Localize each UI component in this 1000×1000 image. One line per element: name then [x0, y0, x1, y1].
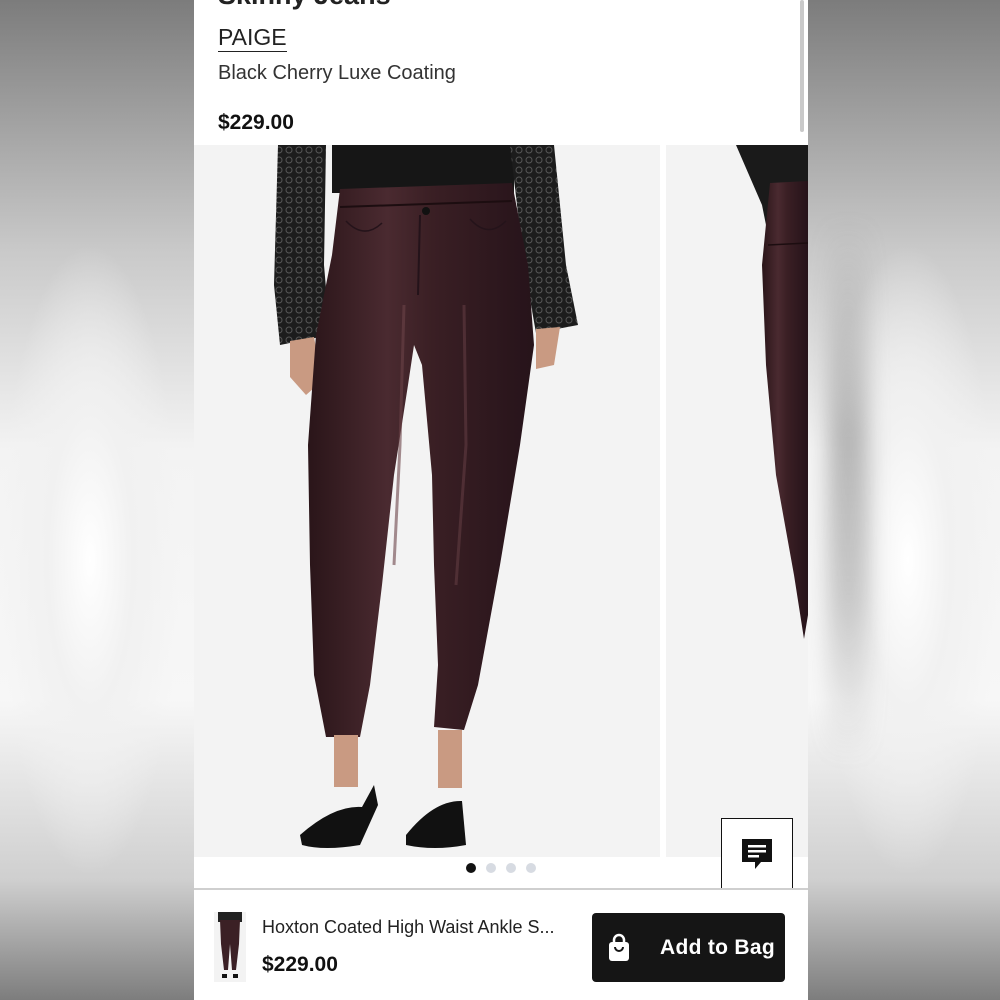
pagination-dot-2[interactable] — [486, 863, 496, 873]
product-photo — [274, 145, 578, 848]
gallery-pagination — [194, 860, 808, 876]
chat-button[interactable] — [721, 818, 793, 890]
product-page: Skinny Jeans PAIGE Black Cherry Luxe Coa… — [194, 0, 808, 1000]
pagination-dot-3[interactable] — [506, 863, 516, 873]
shopping-bag-icon — [609, 933, 629, 961]
product-title: Skinny Jeans — [218, 0, 391, 12]
backdrop-left — [0, 0, 194, 1000]
bar-product-name: Hoxton Coated High Waist Ankle S... — [262, 917, 555, 937]
add-to-bag-label: Add to Bag — [660, 935, 775, 959]
sticky-add-to-bag-bar: Hoxton Coated High Waist Ankle S... $229… — [194, 888, 808, 1000]
add-to-bag-button[interactable]: Add to Bag — [592, 913, 785, 982]
product-photo-next — [736, 145, 808, 639]
color-name: Black Cherry Luxe Coating — [218, 62, 456, 84]
pagination-dot-4[interactable] — [526, 863, 536, 873]
product-thumbnail — [214, 912, 246, 982]
bar-product-price: $229.00 — [262, 953, 338, 976]
backdrop-right — [808, 0, 1000, 1000]
product-image-next[interactable] — [666, 145, 808, 857]
image-gallery[interactable] — [194, 145, 808, 857]
brand-link[interactable]: PAIGE — [218, 24, 287, 52]
product-price: $229.00 — [218, 111, 294, 134]
product-image-main[interactable] — [194, 145, 660, 857]
pagination-dot-1[interactable] — [466, 863, 476, 873]
scrollbar[interactable] — [800, 0, 804, 132]
